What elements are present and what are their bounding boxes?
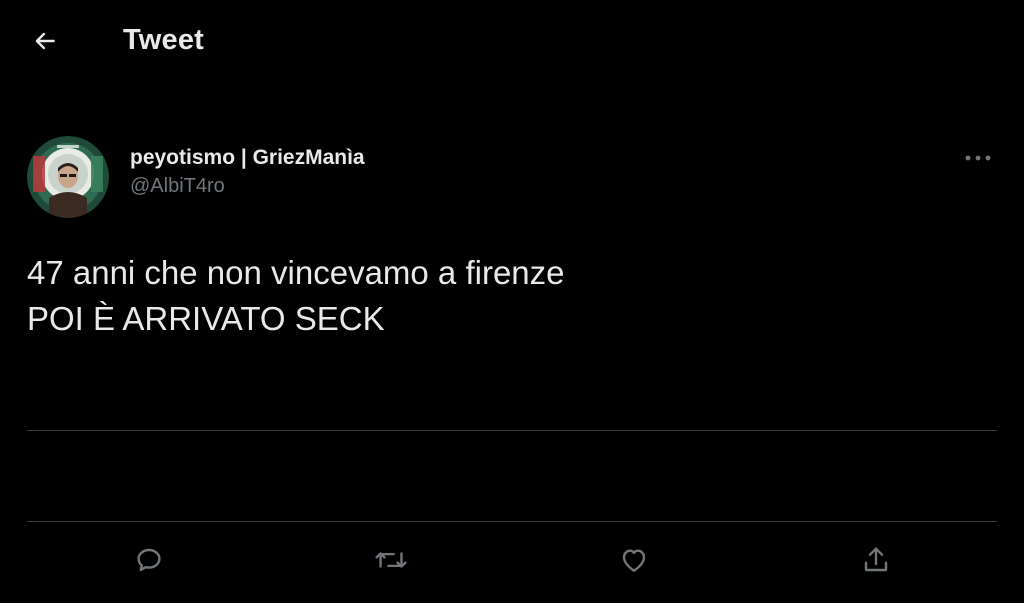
arrow-left-icon (32, 28, 58, 59)
tweet-text: 47 anni che non vincevamo a firenze POI … (27, 250, 987, 342)
retweet-button[interactable] (369, 540, 413, 584)
reply-button[interactable] (127, 540, 171, 584)
tweet-author: peyotismo | GriezManìa @AlbiT4ro (130, 144, 365, 200)
retweet-icon (374, 544, 408, 581)
top-bar: Tweet (0, 0, 1024, 86)
share-button[interactable] (854, 540, 898, 584)
author-handle[interactable]: @AlbiT4ro (130, 172, 365, 200)
more-options-button[interactable] (958, 144, 998, 172)
divider (27, 430, 997, 431)
page-title: Tweet (123, 24, 205, 56)
like-icon (618, 544, 650, 581)
divider (27, 521, 997, 522)
tweet-text-line: 47 anni che non vincevamo a firenze (27, 254, 565, 291)
author-display-name[interactable]: peyotismo | GriezManìa (130, 144, 365, 172)
tweet-text-line: POI È ARRIVATO SECK (27, 300, 385, 337)
like-button[interactable] (612, 540, 656, 584)
more-horizontal-icon (964, 149, 992, 167)
back-button[interactable] (28, 26, 62, 60)
share-icon (860, 544, 892, 581)
avatar[interactable] (27, 136, 109, 218)
reply-icon (133, 544, 165, 581)
